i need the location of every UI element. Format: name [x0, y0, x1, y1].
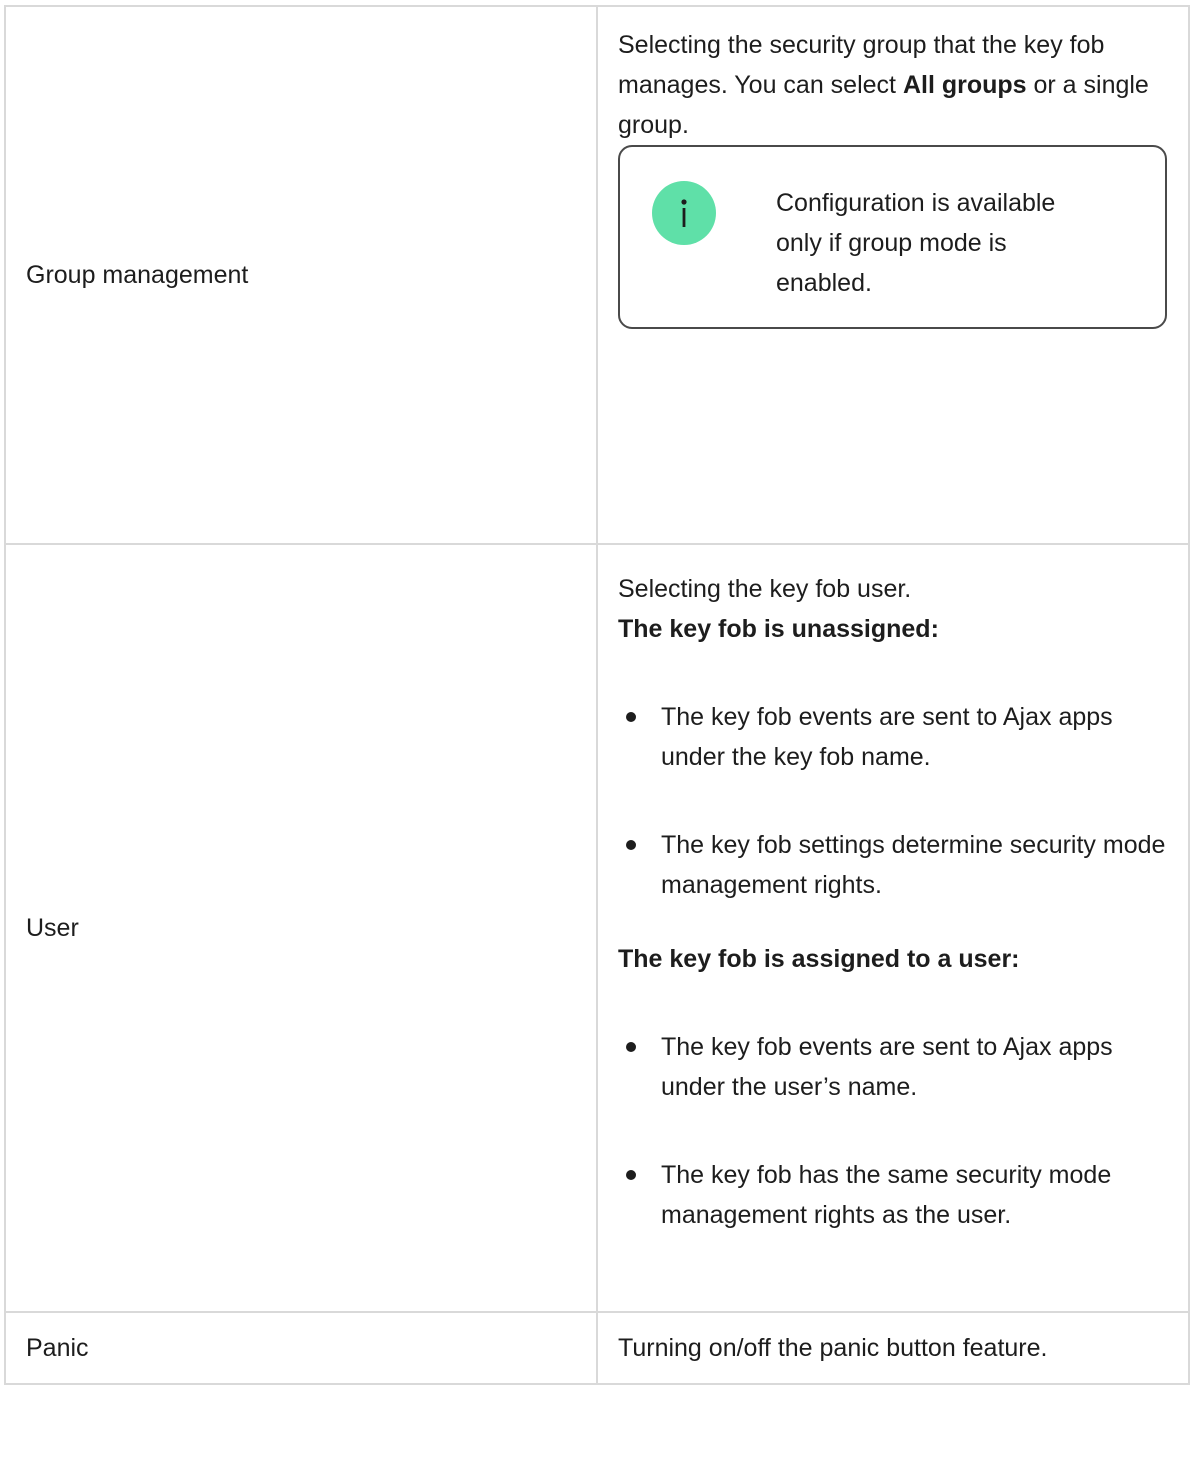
setting-name: User [26, 914, 79, 942]
settings-table: Group management Selecting the security … [4, 5, 1190, 1385]
info-icon [652, 181, 716, 245]
setting-description-cell: Turning on/off the panic button feature. [596, 1311, 1190, 1385]
assigned-list: The key fob events are sent to Ajax apps… [618, 1027, 1170, 1235]
info-note: Configuration is available only if group… [618, 145, 1167, 329]
list-item: The key fob settings determine security … [618, 825, 1170, 905]
setting-description: Turning on/off the panic button feature. [618, 1334, 1048, 1362]
list-item: The key fob events are sent to Ajax apps… [618, 1027, 1170, 1107]
info-note-text: Configuration is available only if group… [776, 189, 1056, 297]
setting-name: Group management [26, 261, 249, 289]
unassigned-list: The key fob events are sent to Ajax apps… [618, 697, 1170, 905]
description-bold-text: All groups [902, 71, 1027, 99]
table-row-panic: Panic Turning on/off the panic button fe… [4, 1311, 1190, 1385]
unassigned-heading: The key fob is unassigned: [618, 615, 939, 643]
setting-name-cell: Panic [4, 1311, 598, 1385]
list-item: The key fob events are sent to Ajax apps… [618, 697, 1170, 777]
table-row-user: User Selecting the key fob user. The key… [4, 543, 1190, 1313]
setting-description-cell: Selecting the key fob user. The key fob … [596, 543, 1190, 1313]
setting-description: Selecting the security group that the ke… [618, 25, 1170, 145]
setting-description-cell: Selecting the security group that the ke… [596, 5, 1190, 545]
table-row-group-management: Group management Selecting the security … [4, 5, 1190, 545]
list-item: The key fob has the same security mode m… [618, 1155, 1170, 1235]
setting-name-cell: Group management [4, 5, 598, 545]
setting-description: Selecting the key fob user. [618, 575, 912, 603]
assigned-heading: The key fob is assigned to a user: [618, 945, 1020, 973]
setting-name-cell: User [4, 543, 598, 1313]
setting-name: Panic [26, 1334, 89, 1362]
